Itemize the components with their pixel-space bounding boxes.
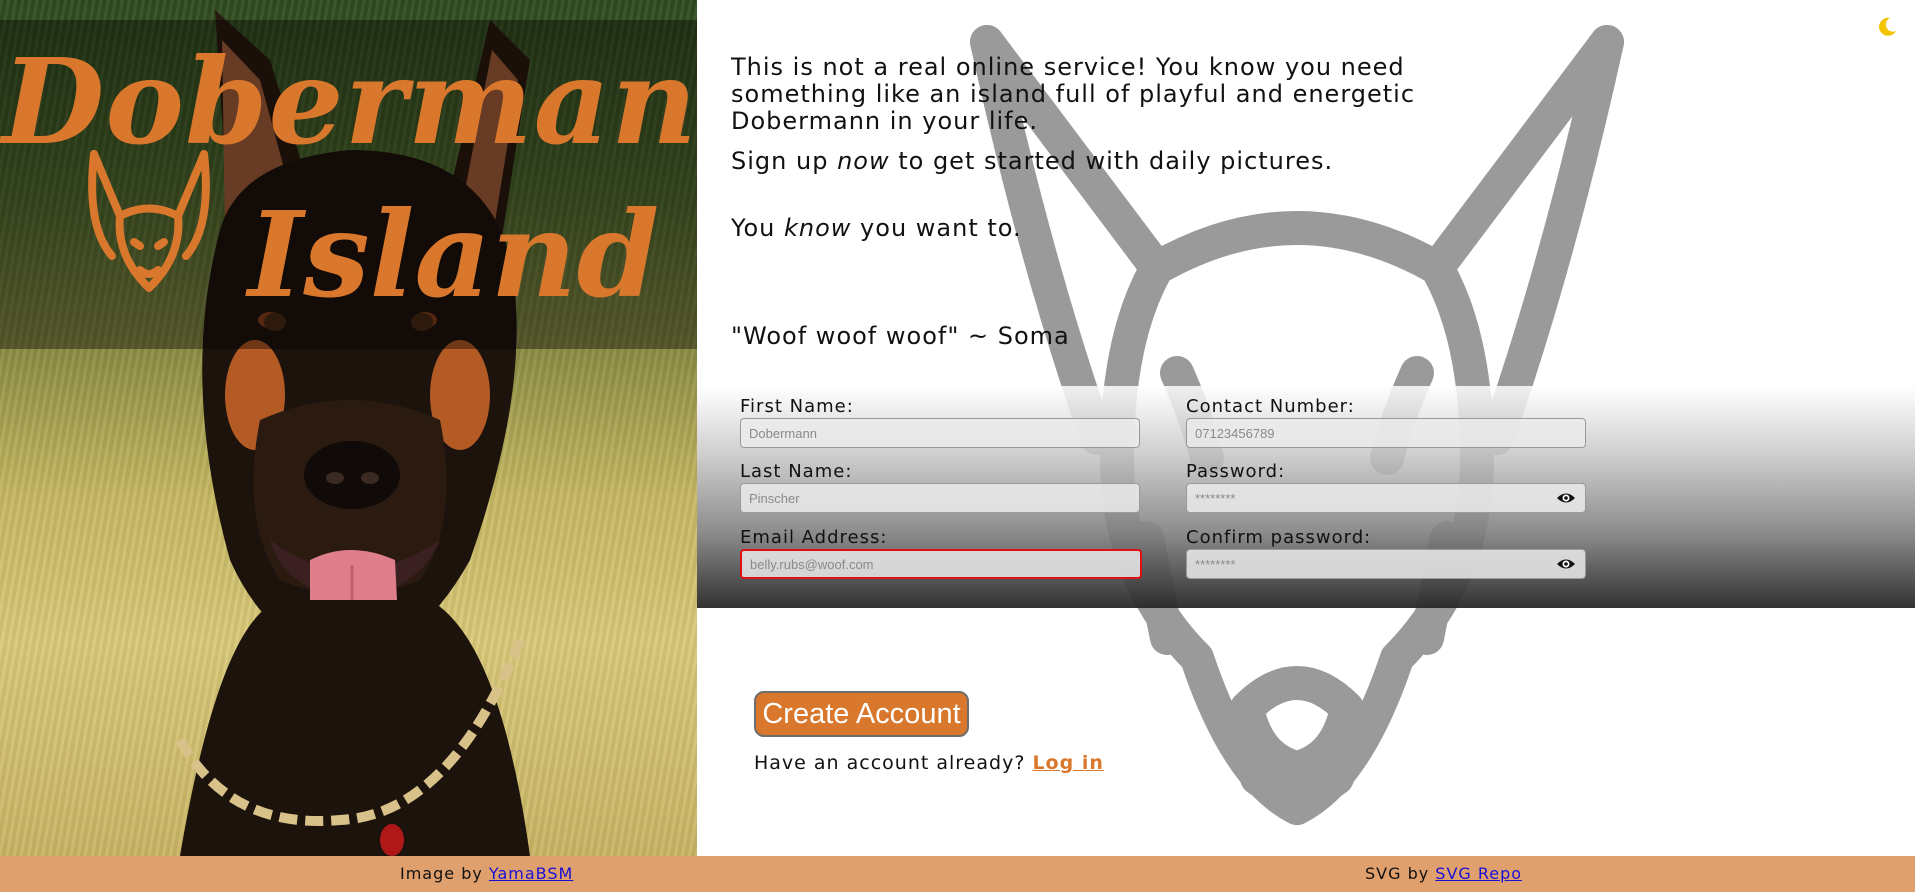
first-name-label: First Name:: [740, 396, 854, 417]
signup-emphasis: now: [837, 147, 890, 175]
image-credit-link[interactable]: YamaBSM: [489, 864, 573, 883]
quote: "Woof woof woof" ~ Soma: [731, 322, 1070, 350]
first-name-input[interactable]: [740, 418, 1140, 448]
footer: Image by YamaBSM SVG by SVG Repo: [0, 856, 1915, 892]
hero-image: Dobermann Island: [0, 0, 697, 856]
first-name-field: First Name:: [740, 396, 1140, 448]
moon-icon[interactable]: [1876, 16, 1898, 38]
email-field: Email Address:: [740, 527, 1142, 579]
email-label: Email Address:: [740, 527, 888, 548]
image-credit-text: Image by: [400, 864, 489, 883]
know-text-start: You: [731, 214, 784, 242]
signup-content: This is not a real online service! You k…: [697, 0, 1915, 856]
know-tagline: You know you want to.: [731, 214, 1022, 242]
last-name-label: Last Name:: [740, 461, 853, 482]
svg-credit-text: SVG by: [1365, 864, 1436, 883]
password-label: Password:: [1186, 461, 1286, 482]
svg-credit-link[interactable]: SVG Repo: [1435, 864, 1522, 883]
password-input[interactable]: [1186, 483, 1586, 513]
confirm-password-label: Confirm password:: [1186, 527, 1372, 548]
confirm-password-input[interactable]: [1186, 549, 1586, 579]
signup-text-start: Sign up: [731, 147, 838, 175]
last-name-field: Last Name:: [740, 461, 1140, 513]
know-emphasis: know: [784, 214, 852, 242]
eye-icon[interactable]: [1556, 488, 1576, 508]
signup-text-end: to get started with daily pictures.: [889, 147, 1334, 175]
dobermann-head-icon: [88, 150, 210, 292]
brand-title: Dobermann Island: [0, 20, 697, 349]
contact-number-label: Contact Number:: [1186, 396, 1355, 417]
svg-credit: SVG by SVG Repo: [1365, 864, 1522, 883]
contact-number-field: Contact Number:: [1186, 396, 1586, 448]
email-input[interactable]: [740, 549, 1142, 579]
image-credit: Image by YamaBSM: [400, 864, 573, 883]
know-text-end: you want to.: [851, 214, 1022, 242]
last-name-input[interactable]: [740, 483, 1140, 513]
signup-page: Dobermann Island: [0, 0, 1915, 892]
login-link[interactable]: Log in: [1032, 752, 1103, 774]
signup-form: First Name: Last Name: Email Address: Co…: [697, 386, 1915, 608]
intro-paragraph: This is not a real online service! You k…: [731, 53, 1416, 135]
password-field: Password:: [1186, 461, 1586, 513]
login-prompt: Have an account already? Log in: [754, 752, 1104, 774]
confirm-password-field: Confirm password:: [1186, 527, 1586, 579]
signup-tagline: Sign up now to get started with daily pi…: [731, 147, 1333, 175]
login-prompt-text: Have an account already?: [754, 752, 1033, 774]
brand-title-line2: Island: [248, 185, 660, 324]
eye-icon[interactable]: [1556, 554, 1576, 574]
contact-number-input[interactable]: [1186, 418, 1586, 448]
create-account-button[interactable]: Create Account: [754, 691, 969, 737]
